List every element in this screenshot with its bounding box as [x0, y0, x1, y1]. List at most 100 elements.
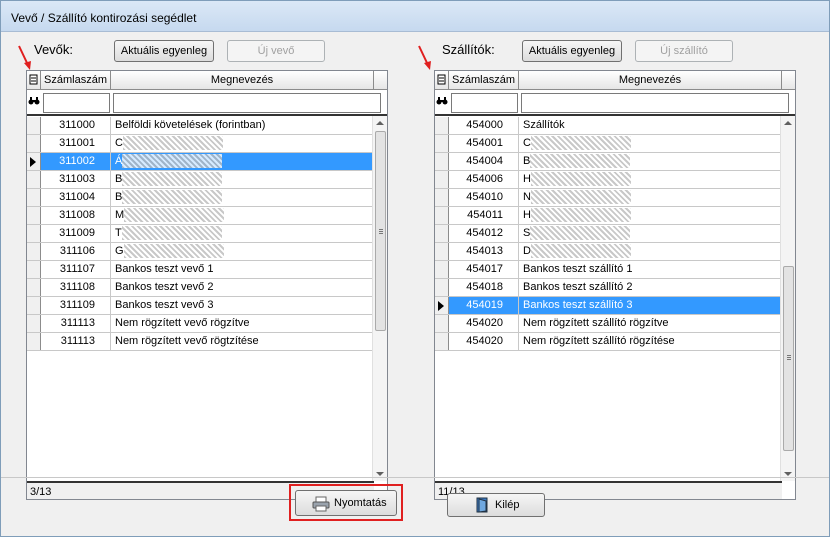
exit-button[interactable]: Kilép — [447, 493, 545, 517]
table-row[interactable]: 454013 D — [435, 243, 795, 261]
table-row[interactable]: 454004 B — [435, 153, 795, 171]
redacted-text — [530, 244, 631, 259]
vevok-balance-button[interactable]: Aktuális egyenleg — [114, 40, 214, 62]
row-indicator[interactable] — [435, 315, 449, 332]
table-row[interactable]: 311003 B — [27, 171, 387, 189]
table-row[interactable]: 454018 Bankos teszt szállító 2 — [435, 279, 795, 297]
row-indicator[interactable] — [435, 207, 449, 224]
row-indicator[interactable] — [27, 225, 41, 242]
table-row[interactable]: 311002 Á — [27, 153, 387, 171]
print-button[interactable]: Nyomtatás — [295, 490, 397, 516]
vevok-filter-szamlaszam-input[interactable] — [43, 93, 110, 113]
column-chooser-icon[interactable] — [27, 71, 41, 89]
table-row[interactable]: 311008 M — [27, 207, 387, 225]
table-row[interactable]: 454006 H — [435, 171, 795, 189]
row-indicator[interactable] — [27, 207, 41, 224]
table-row[interactable]: 311001 C — [27, 135, 387, 153]
vevok-scrollbar[interactable] — [372, 116, 387, 481]
table-row[interactable]: 311009 T — [27, 225, 387, 243]
col-szamlaszam[interactable]: Számlaszám — [449, 71, 519, 89]
vevok-filter-megnevezes-input[interactable] — [113, 93, 381, 113]
table-row[interactable]: 454020 Nem rögzített szállító rögzítése — [435, 333, 795, 351]
row-indicator[interactable] — [435, 135, 449, 152]
cell-megnevezes: T — [111, 225, 383, 242]
table-row[interactable]: 454019 Bankos teszt szállító 3 — [435, 297, 795, 315]
row-indicator[interactable] — [435, 117, 449, 134]
row-indicator[interactable] — [435, 279, 449, 296]
cell-megnevezes: Nem rögzített szállító rögzítése — [519, 333, 791, 350]
col-megnevezes[interactable]: Megnevezés — [519, 71, 782, 89]
table-row[interactable]: 454000 Szállítók — [435, 117, 795, 135]
row-indicator[interactable] — [27, 261, 41, 278]
column-chooser-icon[interactable] — [435, 71, 449, 89]
cell-megnevezes: B — [111, 171, 383, 188]
cell-szamlaszam: 454011 — [449, 207, 519, 224]
row-indicator[interactable] — [435, 261, 449, 278]
row-indicator[interactable] — [27, 333, 41, 350]
szallitok-balance-button[interactable]: Aktuális egyenleg — [522, 40, 622, 62]
szallitok-scrollbar[interactable] — [780, 116, 795, 481]
redacted-text — [123, 244, 224, 259]
row-indicator[interactable] — [435, 171, 449, 188]
cell-szamlaszam: 311008 — [41, 207, 111, 224]
table-row[interactable]: 311113 Nem rögzített vevő rögtzítése — [27, 333, 387, 351]
row-indicator[interactable] — [27, 153, 41, 170]
row-indicator[interactable] — [27, 297, 41, 314]
row-indicator[interactable] — [27, 171, 41, 188]
table-row[interactable]: 454020 Nem rögzített szállító rögzítve — [435, 315, 795, 333]
cell-megnevezes-text: S — [523, 227, 531, 239]
row-indicator[interactable] — [27, 117, 41, 134]
table-row[interactable]: 311004 B — [27, 189, 387, 207]
row-indicator[interactable] — [435, 243, 449, 260]
szallitok-filter-megnevezes-input[interactable] — [521, 93, 789, 113]
row-indicator[interactable] — [27, 189, 41, 206]
cell-megnevezes: B — [111, 189, 383, 206]
table-row[interactable]: 454010 N — [435, 189, 795, 207]
table-row[interactable]: 311113 Nem rögzített vevő rögzítve — [27, 315, 387, 333]
new-szallito-button[interactable]: Új szállító — [635, 40, 733, 62]
col-megnevezes[interactable]: Megnevezés — [111, 71, 374, 89]
cell-megnevezes-text: H — [523, 173, 531, 185]
row-indicator[interactable] — [435, 153, 449, 170]
row-indicator[interactable] — [435, 189, 449, 206]
table-row[interactable]: 311108 Bankos teszt vevő 2 — [27, 279, 387, 297]
current-row-arrow-icon — [438, 301, 444, 311]
row-indicator[interactable] — [27, 135, 41, 152]
table-row[interactable]: 311000 Belföldi követelések (forintban) — [27, 117, 387, 135]
redacted-text — [122, 136, 223, 151]
row-indicator[interactable] — [27, 243, 41, 260]
row-indicator[interactable] — [27, 279, 41, 296]
cell-megnevezes: C — [111, 135, 383, 152]
scroll-down-icon[interactable] — [784, 472, 792, 476]
printer-icon — [312, 496, 330, 515]
cell-szamlaszam: 454001 — [449, 135, 519, 152]
row-indicator[interactable] — [435, 225, 449, 242]
cell-megnevezes-text: C — [523, 137, 531, 149]
col-szamlaszam[interactable]: Számlaszám — [41, 71, 111, 89]
row-indicator[interactable] — [435, 297, 449, 314]
kontirozasi-window: Vevő / Szállító kontirozási segédlet Vev… — [0, 0, 830, 537]
szallitok-filter-szamlaszam-input[interactable] — [451, 93, 518, 113]
cell-megnevezes: M — [111, 207, 383, 224]
scroll-down-icon[interactable] — [376, 472, 384, 476]
title-bar: Vevő / Szállító kontirozási segédlet — [1, 1, 829, 32]
new-vevo-button[interactable]: Új vevő — [227, 40, 325, 62]
table-row[interactable]: 311107 Bankos teszt vevő 1 — [27, 261, 387, 279]
scroll-up-icon[interactable] — [784, 121, 792, 125]
table-row[interactable]: 311106 G — [27, 243, 387, 261]
table-row[interactable]: 454001 C — [435, 135, 795, 153]
vevok-filter-row — [27, 90, 387, 116]
redacted-text — [530, 226, 631, 241]
vevok-scroll-thumb[interactable] — [375, 131, 386, 331]
table-row[interactable]: 454011 H — [435, 207, 795, 225]
redacted-text — [122, 154, 223, 169]
cell-megnevezes-text: D — [523, 245, 531, 257]
scroll-up-icon[interactable] — [376, 121, 384, 125]
table-row[interactable]: 311109 Bankos teszt vevő 3 — [27, 297, 387, 315]
table-row[interactable]: 454017 Bankos teszt szállító 1 — [435, 261, 795, 279]
row-indicator[interactable] — [27, 315, 41, 332]
szallitok-scroll-thumb[interactable] — [783, 266, 794, 451]
row-indicator[interactable] — [435, 333, 449, 350]
table-row[interactable]: 454012 S — [435, 225, 795, 243]
cell-megnevezes: G — [111, 243, 383, 260]
